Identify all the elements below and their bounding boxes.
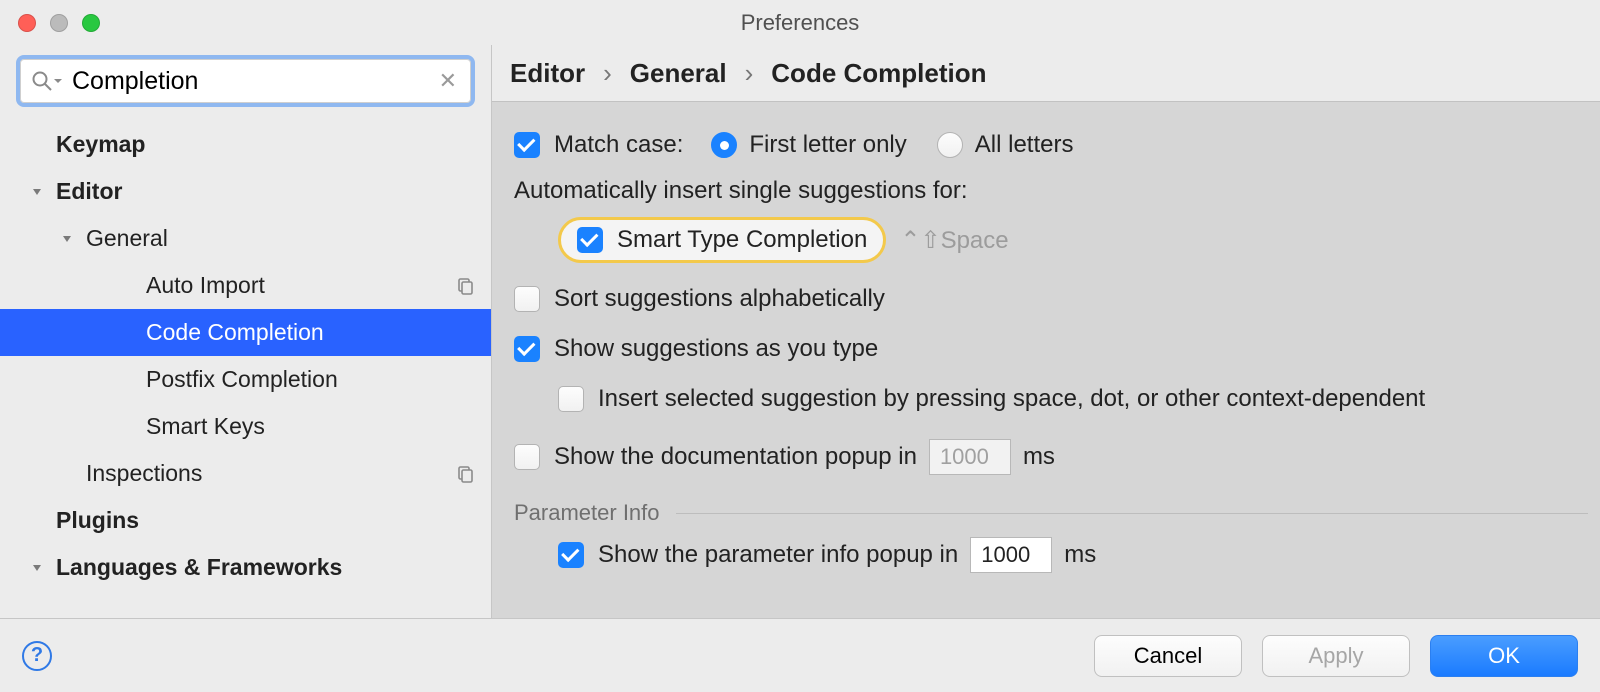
disclosure-triangle-icon[interactable]: [58, 233, 76, 245]
show-suggestions-label: Show suggestions as you type: [554, 335, 878, 363]
tree-item-postfix-completion[interactable]: Postfix Completion: [0, 356, 491, 403]
tree-item-label: Languages & Frameworks: [56, 554, 342, 581]
preferences-window: Preferences ✕ Keymap Editor General Auto Im…: [0, 0, 1600, 692]
search-dropdown-icon[interactable]: [52, 75, 64, 87]
sort-alphabetically-checkbox[interactable]: [514, 286, 540, 312]
insert-selected-label: Insert selected suggestion by pressing s…: [598, 385, 1425, 413]
tree-item-label: Postfix Completion: [146, 366, 338, 393]
tree-item-languages-frameworks[interactable]: Languages & Frameworks: [0, 544, 491, 591]
doc-popup-value-input[interactable]: [929, 439, 1011, 475]
smart-type-completion-checkbox[interactable]: [577, 227, 603, 253]
titlebar: Preferences: [0, 0, 1600, 45]
doc-popup-label: Show the documentation popup in: [554, 443, 917, 471]
scheme-copy-icon[interactable]: [455, 276, 475, 296]
first-letter-only-radio[interactable]: [711, 132, 737, 158]
doc-popup-unit: ms: [1023, 443, 1055, 471]
tree-item-label: Editor: [56, 178, 122, 205]
tree-item-general[interactable]: General: [0, 215, 491, 262]
tree-item-label: Keymap: [56, 131, 145, 158]
param-info-unit: ms: [1064, 541, 1096, 569]
window-title: Preferences: [0, 10, 1600, 36]
clear-search-icon[interactable]: ✕: [435, 68, 461, 94]
show-suggestions-checkbox[interactable]: [514, 336, 540, 362]
breadcrumb-item: Code Completion: [771, 58, 986, 89]
cancel-button[interactable]: Cancel: [1094, 635, 1242, 677]
tree-item-plugins[interactable]: Plugins: [0, 497, 491, 544]
match-case-checkbox[interactable]: [514, 132, 540, 158]
footer: ? Cancel Apply OK: [0, 618, 1600, 692]
ok-button[interactable]: OK: [1430, 635, 1578, 677]
settings-panel: Match case: First letter only All letter…: [492, 101, 1600, 618]
content-area: Editor › General › Code Completion Match…: [492, 45, 1600, 618]
tree-item-auto-import[interactable]: Auto Import: [0, 262, 491, 309]
search-icon: [30, 69, 54, 93]
all-letters-label: All letters: [975, 131, 1074, 159]
disclosure-triangle-icon[interactable]: [28, 562, 46, 574]
tree-item-label: Plugins: [56, 507, 139, 534]
all-letters-radio[interactable]: [937, 132, 963, 158]
match-case-label: Match case:: [554, 131, 683, 159]
doc-popup-checkbox[interactable]: [514, 444, 540, 470]
tree-item-label: Auto Import: [146, 272, 265, 299]
tree-item-code-completion[interactable]: Code Completion: [0, 309, 491, 356]
insert-selected-checkbox[interactable]: [558, 386, 584, 412]
tree-item-inspections[interactable]: Inspections: [0, 450, 491, 497]
breadcrumb-item[interactable]: General: [630, 58, 727, 89]
breadcrumb-item[interactable]: Editor: [510, 58, 585, 89]
settings-tree: Keymap Editor General Auto Import Code Compl…: [0, 115, 491, 618]
chevron-right-icon: ›: [603, 58, 612, 89]
smart-type-completion-label: Smart Type Completion: [617, 226, 867, 254]
scheme-copy-icon[interactable]: [455, 464, 475, 484]
smart-type-completion-highlight: Smart Type Completion: [558, 217, 886, 263]
tree-item-label: Smart Keys: [146, 413, 265, 440]
param-info-value-input[interactable]: [970, 537, 1052, 573]
tree-item-keymap[interactable]: Keymap: [0, 121, 491, 168]
param-info-label: Show the parameter info popup in: [598, 541, 958, 569]
first-letter-only-label: First letter only: [749, 131, 906, 159]
auto-insert-header: Automatically insert single suggestions …: [514, 177, 968, 205]
tree-item-label: General: [86, 225, 168, 252]
param-info-checkbox[interactable]: [558, 542, 584, 568]
tree-item-label: Code Completion: [146, 319, 324, 346]
breadcrumb: Editor › General › Code Completion: [492, 45, 1600, 101]
disclosure-triangle-icon[interactable]: [28, 186, 46, 198]
sort-alphabetically-label: Sort suggestions alphabetically: [554, 285, 885, 313]
section-divider: [676, 513, 1588, 514]
sidebar: ✕ Keymap Editor General Auto Import Code Com…: [0, 45, 492, 618]
tree-item-editor[interactable]: Editor: [0, 168, 491, 215]
tree-item-smart-keys[interactable]: Smart Keys: [0, 403, 491, 450]
smart-type-shortcut: ⌃⇧Space: [900, 226, 1008, 255]
help-button[interactable]: ?: [22, 641, 52, 671]
tree-item-label: Inspections: [86, 460, 202, 487]
parameter-info-header: Parameter Info: [514, 500, 660, 526]
chevron-right-icon: ›: [745, 58, 754, 89]
search-input[interactable]: [68, 67, 435, 96]
search-field[interactable]: ✕: [16, 55, 475, 107]
apply-button[interactable]: Apply: [1262, 635, 1410, 677]
